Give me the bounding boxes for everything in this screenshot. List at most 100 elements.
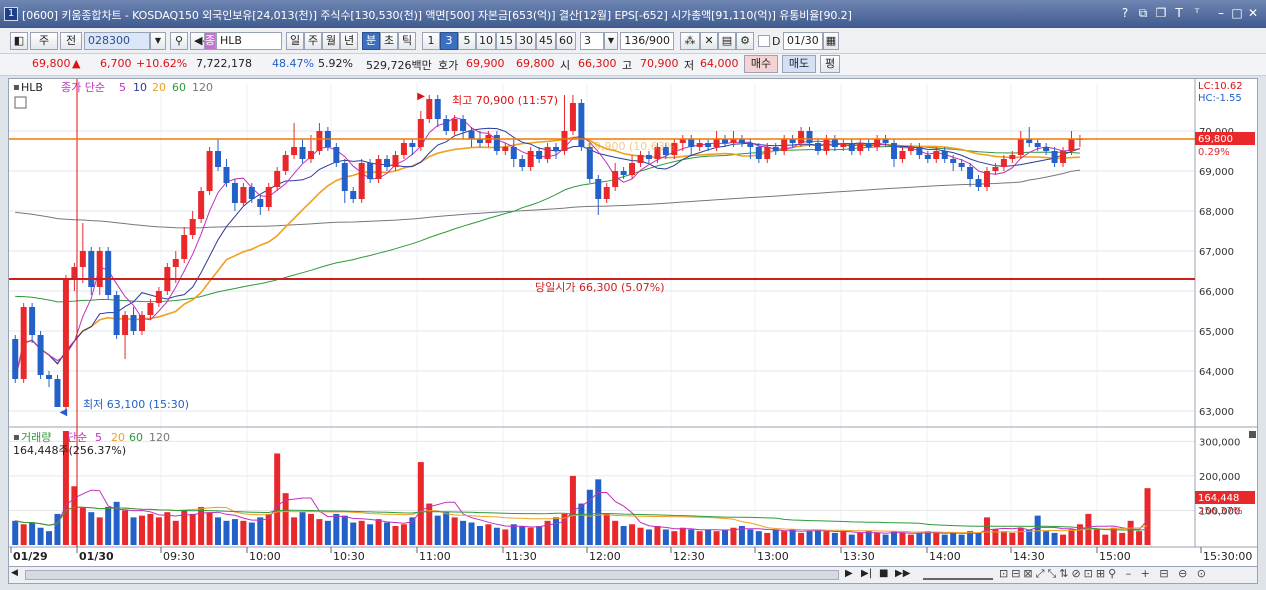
chart-type-icon[interactable]: ◧ [10,32,28,50]
volume-panel-close-icon[interactable] [1249,431,1256,438]
sell-button[interactable]: 매도 [782,55,816,73]
volume-bar [248,522,255,545]
scroll-left-icon[interactable]: ◀ [11,568,23,582]
pause-icon[interactable]: ▶| [861,568,872,579]
candle-body [417,119,424,147]
volume-bar [662,529,669,545]
volume-bar [138,515,145,545]
volume-bar [764,532,771,545]
candle-body [924,155,931,159]
stock-name-field[interactable]: HLB [216,32,282,50]
horizontal-scrollbar[interactable] [25,570,839,580]
candle-body [967,167,974,179]
panel-collapse-icon[interactable]: ▪ [13,82,20,93]
candle-body [468,131,475,139]
time-label: 09:30 [163,550,195,563]
close-icon[interactable]: ✕ [1246,6,1260,20]
volume-bar [899,532,906,545]
stop-icon[interactable]: ■ [879,568,888,579]
volume-bar [215,517,222,545]
period-minute-button[interactable]: 분 [362,32,380,50]
volume-bar [130,517,137,545]
period-main-select[interactable]: 주 [30,32,58,50]
lc-label: LC:10.62 [1198,81,1243,92]
pin-icon[interactable]: T [1172,6,1186,20]
volume-bar [595,479,602,545]
date-checkbox[interactable] [758,35,770,47]
chart-area[interactable]: ▶◀ 70,00069,00068,00067,00066,00065,0006… [8,78,1258,568]
candle-body [71,267,78,279]
high-marker-arrow: ▶ [417,91,425,102]
minute-30-button[interactable]: 30 [516,32,536,50]
candle-body [88,251,95,287]
low-label: 저 [684,59,695,72]
group-icon[interactable]: 종 [204,32,216,50]
candle-body [950,159,957,163]
play-icon[interactable]: ▶ [845,568,853,579]
minute-15-button[interactable]: 15 [496,32,516,50]
period-second-button[interactable]: 초 [380,32,398,50]
minute-60-button[interactable]: 60 [556,32,576,50]
volume-bar [789,529,796,545]
volume-bar [1093,529,1100,545]
candle-body [62,279,69,407]
code-dropdown-icon[interactable]: ▼ [150,32,166,50]
candle-body [130,315,137,331]
maximize-icon[interactable]: □ [1230,6,1244,20]
price-change-pct: +10.62% [136,57,188,70]
fast-forward-icon[interactable]: ▶▶ [895,568,910,579]
buy-button[interactable]: 매수 [744,55,778,73]
settings-gear-icon[interactable]: ⚙ [736,32,754,50]
minute-3-button[interactable]: 3 [440,32,458,50]
eval-button[interactable]: 평 [820,55,840,73]
volume-bar [671,531,678,545]
calendar-icon[interactable]: ▦ [823,32,839,50]
chart-svg[interactable]: ▶◀ 70,00069,00068,00067,00066,00065,0006… [9,79,1257,567]
minute-10-button[interactable]: 10 [476,32,496,50]
stock-code-input[interactable]: 028300 [84,32,150,50]
price-tick-label: 66,000 [1199,287,1234,298]
indicator-icon[interactable]: ⁂ [680,32,700,50]
font-size-icon[interactable]: ᵀ [1190,6,1204,20]
duplicate-icon[interactable]: ❐ [1154,6,1168,20]
minute-dropdown-icon[interactable]: ▼ [604,32,618,50]
drawing-tools[interactable]: ⊡⊟⊠⤢⤡⇅⊘⊡⊞⚲ – + ⊟ ⊖ ⊙ [999,567,1209,581]
minute-1-button[interactable]: 1 [422,32,440,50]
search-icon[interactable]: ⚲ [170,32,188,50]
candle-body [840,143,847,147]
help-icon[interactable]: ? [1118,6,1132,20]
candle-body [265,187,272,207]
bid-label: 호가 [438,59,459,72]
zoom-slider[interactable] [923,570,993,580]
save-icon[interactable]: ▤ [718,32,736,50]
volume-bar [1009,532,1016,545]
volume-bar [679,527,686,545]
volume-bar [172,520,179,545]
ma10-label: 10 [133,81,147,94]
candle-body [933,151,940,159]
minimize-icon[interactable]: – [1214,6,1228,20]
date-input[interactable]: 01/30 [783,32,823,50]
candle-body [553,147,560,151]
volume-collapse-icon[interactable]: ▪ [13,432,20,443]
period-tick-button[interactable]: 틱 [398,32,416,50]
hc-label: HC:-1.55 [1198,93,1242,104]
table-toggle-icon[interactable] [14,96,27,109]
volume-bar [460,520,467,545]
prev-button[interactable]: 전 [60,32,82,50]
ask-price: 69,900 [466,57,505,70]
volume-bar [29,522,36,545]
period-day-button[interactable]: 일 [286,32,304,50]
crosshair-icon[interactable]: ✕ [700,32,718,50]
period-year-button[interactable]: 년 [340,32,358,50]
volume-bar [223,520,230,545]
period-month-button[interactable]: 월 [322,32,340,50]
price-tick-label: 64,000 [1199,367,1234,378]
minute-custom-input[interactable]: 3 [580,32,604,50]
restore-window-icon[interactable]: ⧉ [1136,6,1150,20]
volume-bar [755,531,762,545]
minute-45-button[interactable]: 45 [536,32,556,50]
data-count-field[interactable]: 136/900 [620,32,674,50]
period-week-button[interactable]: 주 [304,32,322,50]
minute-5-button[interactable]: 5 [458,32,476,50]
